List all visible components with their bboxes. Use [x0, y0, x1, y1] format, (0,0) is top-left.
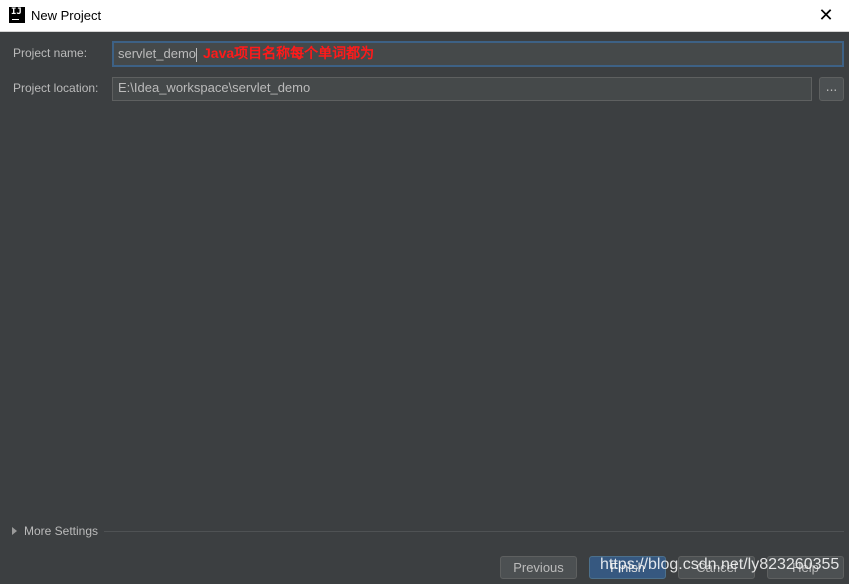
app-icon-text: IJ — [11, 7, 22, 17]
previous-button[interactable]: Previous — [500, 556, 577, 579]
close-button[interactable]: ✕ — [803, 0, 849, 31]
project-location-input[interactable]: E:\Idea_workspace\servlet_demo — [112, 77, 812, 101]
title-bar: IJ New Project ✕ — [0, 0, 849, 32]
more-settings-divider — [104, 531, 844, 532]
project-name-label: Project name: — [13, 46, 88, 60]
window-title: New Project — [31, 8, 102, 23]
project-name-value: servlet_demo — [118, 46, 197, 61]
close-icon: ✕ — [818, 5, 834, 26]
project-location-label: Project location: — [13, 81, 99, 95]
text-caret — [196, 47, 198, 62]
expand-triangle-icon — [12, 527, 17, 535]
intellij-app-icon: IJ — [9, 7, 25, 23]
more-settings-toggle[interactable]: More Settings — [12, 524, 98, 538]
browse-button[interactable]: ... — [819, 77, 844, 101]
project-location-value: E:\Idea_workspace\servlet_demo — [118, 80, 311, 95]
watermark-url: https://blog.csdn.net/ly823260355 — [600, 556, 840, 573]
red-annotation: Java项目名称每个单词都为 — [203, 45, 375, 61]
more-settings-label: More Settings — [24, 524, 99, 538]
